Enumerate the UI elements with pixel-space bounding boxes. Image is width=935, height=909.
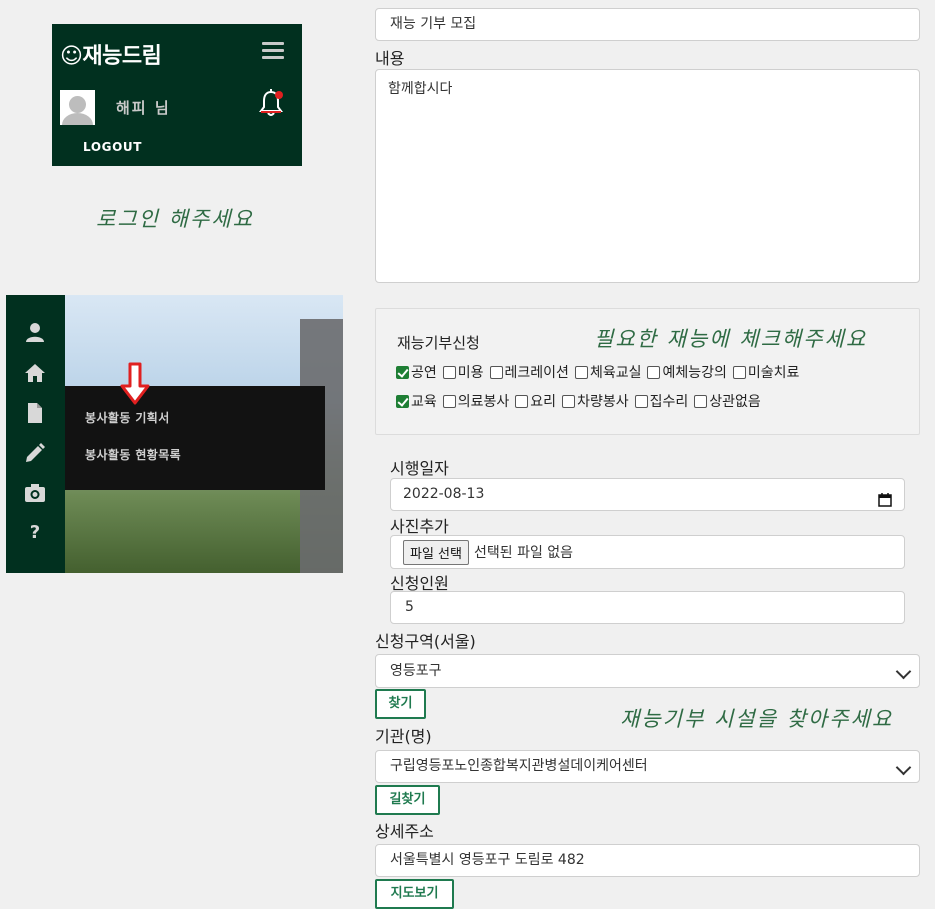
- org-select[interactable]: 구립영등포노인종합복지관병설데이케어센터: [375, 750, 920, 783]
- talent-checkbox[interactable]: [647, 365, 661, 379]
- check-annotation: 필요한 재능에 체크해주세요: [594, 327, 868, 351]
- route-button[interactable]: 길찾기: [375, 785, 440, 815]
- talent-row: 공연 미용 레크레이션 체육교실 예체능강의 미술치료: [396, 362, 802, 382]
- talent-option-label: 의료봉사: [457, 394, 510, 410]
- title-input[interactable]: 재능 기부 모집: [375, 8, 920, 41]
- address-input[interactable]: 서울특별시 영등포구 도림로 482: [375, 844, 920, 877]
- talent-option[interactable]: 교육: [396, 391, 437, 411]
- talent-option-label: 레크레이션: [504, 365, 569, 381]
- talent-option-label: 미용: [457, 365, 484, 381]
- file-status: 선택된 파일 없음: [473, 545, 574, 561]
- talent-option-label: 미술치료: [747, 365, 800, 381]
- talent-checkbox[interactable]: [732, 365, 746, 379]
- login-annotation: 로그인 해주세요: [96, 207, 254, 231]
- org-value: 구립영등포노인종합복지관병설데이케어센터: [390, 758, 648, 774]
- talent-option[interactable]: 예체능강의: [647, 362, 727, 382]
- chevron-down-icon: [895, 663, 912, 680]
- file-input[interactable]: 파일 선택 선택된 파일 없음: [390, 535, 905, 569]
- login-panel: ☺재능드림 해피 님 LOGOUT: [52, 24, 302, 166]
- date-input[interactable]: 2022-08-13: [390, 478, 905, 511]
- date-value: 2022-08-13: [403, 486, 485, 502]
- content-textarea[interactable]: 함께합시다: [375, 69, 920, 283]
- chevron-down-icon: [895, 759, 912, 776]
- talent-option-label: 요리: [530, 394, 557, 410]
- talent-checkbox[interactable]: [442, 365, 456, 379]
- find-button[interactable]: 찾기: [375, 689, 426, 719]
- talent-option-label: 상관없음: [709, 394, 761, 410]
- talent-option[interactable]: 체육교실: [574, 362, 642, 382]
- talent-checkbox-group: 재능기부신청 필요한 재능에 체크해주세요 공연 미용 레크레이션 체육교실 예체능강의…: [375, 308, 920, 435]
- home-icon[interactable]: [24, 362, 46, 384]
- content-label: 내용: [375, 49, 405, 68]
- talent-checkbox[interactable]: [442, 394, 456, 408]
- talent-checkbox[interactable]: [515, 394, 529, 408]
- brand-logo[interactable]: ☺재능드림: [60, 38, 162, 70]
- calendar-icon[interactable]: [878, 488, 892, 507]
- menu-item-plan[interactable]: 봉사활동 기획서: [85, 409, 170, 426]
- hamburger-menu-icon[interactable]: [262, 42, 284, 60]
- sidebar-rail: ?: [6, 295, 65, 573]
- arrow-down-icon: [119, 362, 151, 406]
- talent-option[interactable]: 차량봉사: [562, 391, 629, 411]
- date-label: 시행일자: [390, 459, 449, 478]
- document-icon[interactable]: [24, 402, 46, 424]
- talent-option-label: 교육: [411, 394, 437, 410]
- talent-checkbox[interactable]: [396, 394, 409, 408]
- talent-checkbox[interactable]: [396, 365, 409, 379]
- facility-annotation: 재능기부 시설을 찾아주세요: [620, 707, 894, 731]
- logout-button[interactable]: LOGOUT: [83, 140, 142, 154]
- talent-checkbox[interactable]: [694, 394, 708, 408]
- talent-option[interactable]: 상관없음: [694, 391, 761, 411]
- map-button[interactable]: 지도보기: [375, 879, 454, 909]
- org-label: 기관(명): [375, 727, 432, 746]
- talent-checkbox[interactable]: [574, 365, 588, 379]
- region-label: 신청구역(서울): [375, 632, 476, 651]
- talent-checkbox[interactable]: [489, 365, 503, 379]
- talent-row: 교육 의료봉사 요리 차량봉사 집수리 상관없음: [396, 391, 764, 411]
- photo-label: 사진추가: [390, 517, 449, 536]
- talent-option[interactable]: 요리: [515, 391, 556, 411]
- username: 해피 님: [116, 99, 171, 117]
- bell-icon[interactable]: [258, 88, 284, 118]
- talent-option[interactable]: 미용: [442, 362, 484, 382]
- talent-option-label: 체육교실: [589, 365, 642, 381]
- talent-option-label: 예체능강의: [662, 365, 727, 381]
- sidebar-screenshot: ? 봉사활동 기획서 봉사활동 현황목록: [6, 295, 343, 573]
- pencil-icon[interactable]: [24, 442, 46, 464]
- talent-option-label: 차량봉사: [577, 394, 629, 410]
- address-label: 상세주소: [375, 822, 434, 841]
- talent-option[interactable]: 레크레이션: [489, 362, 569, 382]
- camera-icon[interactable]: [24, 482, 46, 504]
- talent-option[interactable]: 집수리: [634, 391, 689, 411]
- talent-checkbox[interactable]: [562, 394, 576, 408]
- file-select-button[interactable]: 파일 선택: [403, 539, 469, 565]
- talent-label: 재능기부신청: [397, 334, 480, 352]
- talent-checkbox[interactable]: [634, 394, 648, 408]
- talent-option[interactable]: 미술치료: [732, 362, 800, 382]
- talent-option-label: 공연: [411, 365, 437, 381]
- avatar: [60, 90, 95, 125]
- people-input[interactable]: 5: [390, 591, 905, 624]
- region-value: 영등포구: [390, 663, 442, 679]
- sidebar-dropdown-menu: 봉사활동 기획서 봉사활동 현황목록: [65, 386, 325, 490]
- menu-item-status-list[interactable]: 봉사활동 현황목록: [85, 446, 181, 463]
- help-icon[interactable]: ?: [24, 522, 46, 544]
- talent-option[interactable]: 공연: [396, 362, 437, 382]
- region-select[interactable]: 영등포구: [375, 654, 920, 688]
- talent-option[interactable]: 의료봉사: [442, 391, 510, 411]
- user-icon[interactable]: [24, 321, 46, 343]
- talent-option-label: 집수리: [649, 394, 689, 410]
